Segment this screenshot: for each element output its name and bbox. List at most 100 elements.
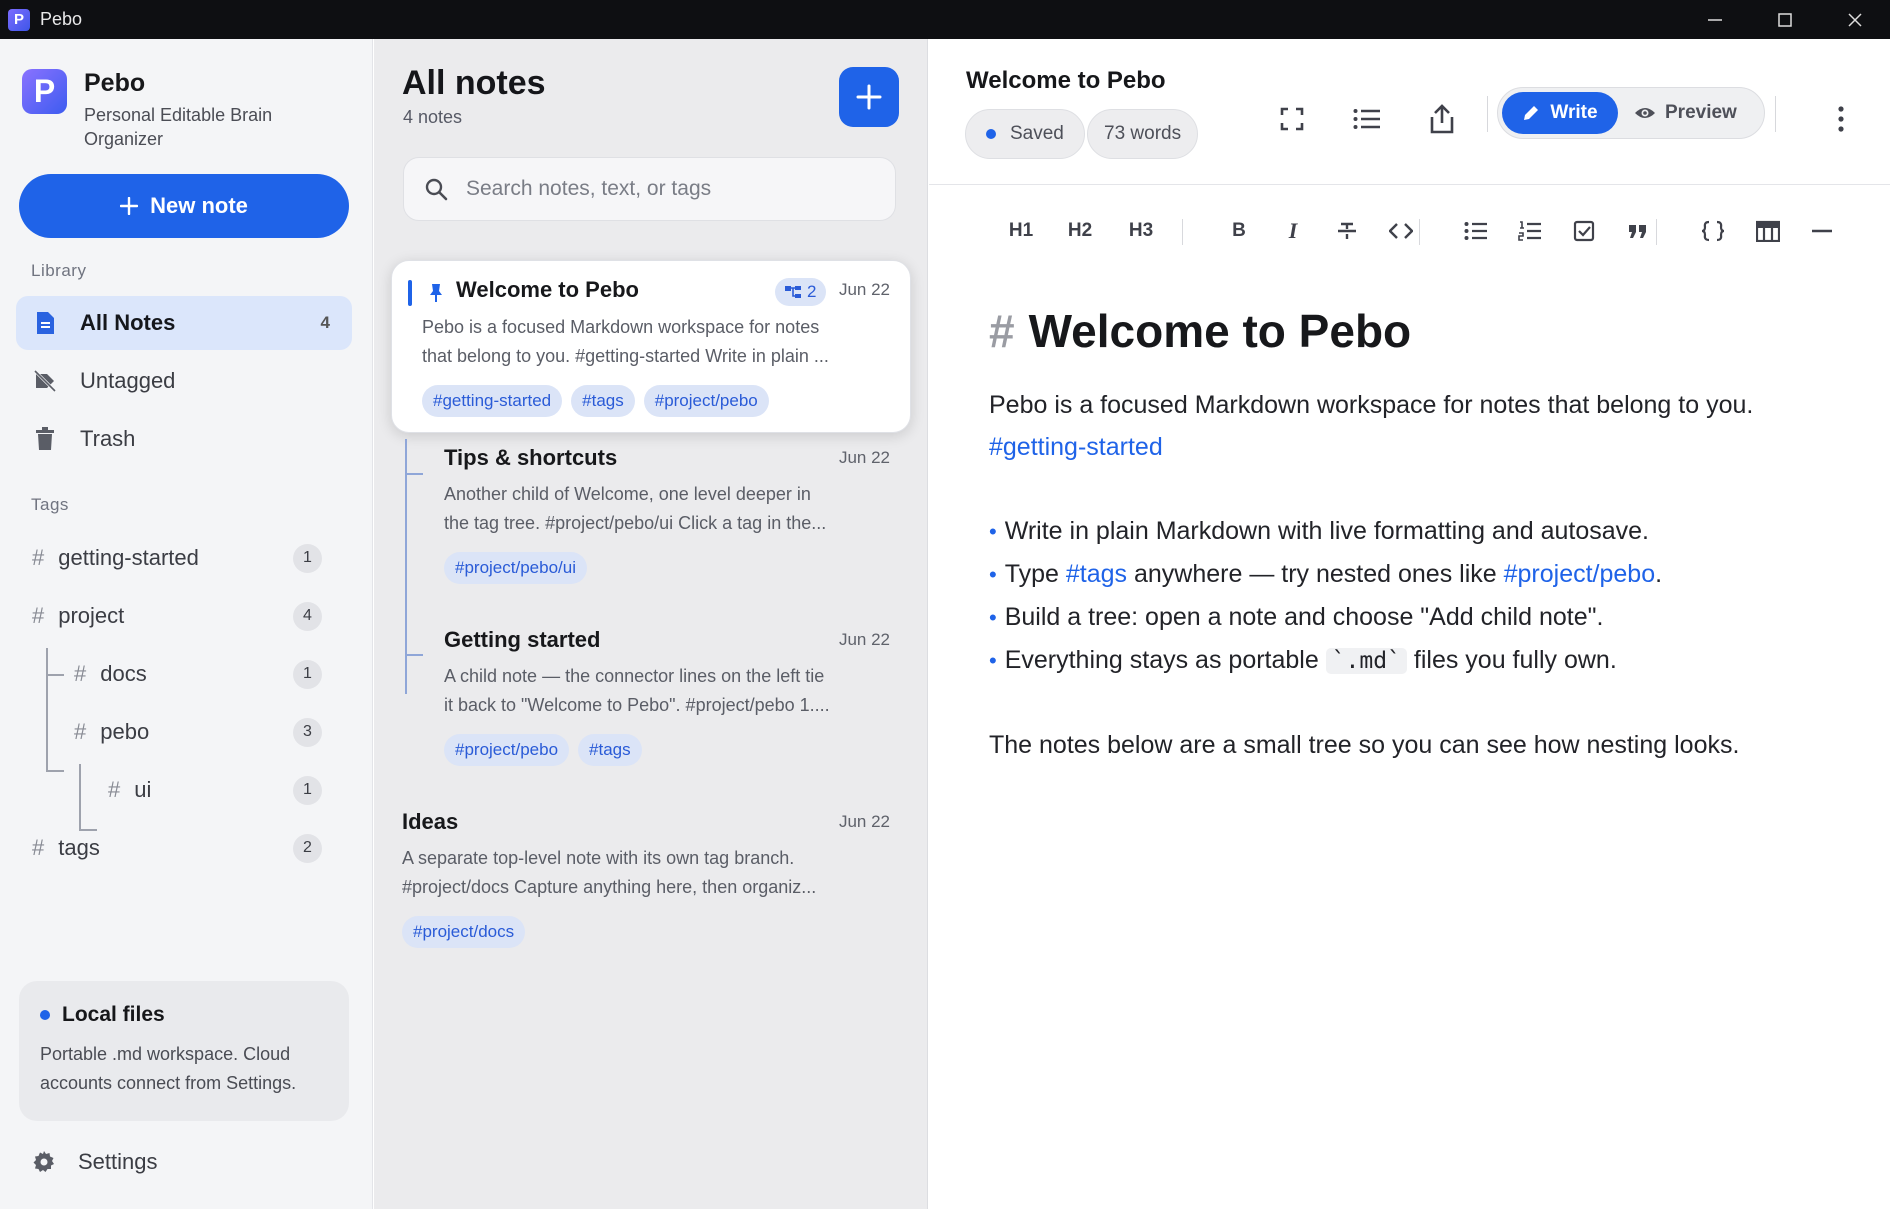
note-count: 4 notes [403, 107, 463, 127]
strikethrough-button[interactable] [1327, 211, 1367, 251]
horizontal-rule-button[interactable] [1802, 211, 1842, 251]
note-date: Jun 22 [838, 630, 890, 649]
write-mode-button[interactable]: Write [1502, 92, 1618, 134]
table-button[interactable] [1748, 211, 1788, 251]
tag-chip[interactable]: #project/pebo [444, 734, 570, 766]
share-button[interactable] [1419, 96, 1465, 142]
sidebar-item-untagged[interactable]: Untagged [16, 354, 352, 408]
italic-button[interactable]: I [1273, 211, 1313, 251]
search-placeholder: Search notes, text, or tags [466, 177, 712, 200]
word-count: 73 words [1104, 123, 1182, 144]
note-card-welcome[interactable]: Welcome to Pebo 2 Jun 22 Pebo is a focus… [391, 260, 911, 433]
tag-count: 4 [293, 601, 322, 631]
editor-panel: Welcome to Pebo Saved 73 words Write Pre… [929, 39, 1890, 1209]
tree-connector [46, 770, 64, 772]
heading3-button[interactable]: H3 [1121, 211, 1161, 251]
note-date: Jun 22 [838, 812, 890, 831]
close-button[interactable] [1820, 0, 1890, 39]
plus-icon [856, 84, 882, 110]
note-title: Welcome to Pebo [456, 277, 639, 302]
note-date: Jun 22 [838, 280, 890, 299]
inline-code: `.md` [1325, 648, 1407, 674]
tree-connector [46, 648, 48, 771]
add-note-button[interactable] [839, 67, 899, 127]
note-card-getting-started[interactable]: Getting started Jun 22 A child note — th… [434, 627, 908, 797]
tag-chip[interactable]: #project/pebo [643, 385, 769, 417]
divider [1656, 219, 1657, 245]
status-dot [40, 1010, 50, 1020]
settings-button[interactable]: Settings [32, 1149, 158, 1175]
heading2-button[interactable]: H2 [1060, 211, 1100, 251]
markdown-document[interactable]: # Welcome to Pebo Pebo is a focused Mark… [989, 304, 1849, 766]
search-icon [425, 178, 448, 201]
sidebar-item-all-notes[interactable]: All Notes 4 [16, 296, 352, 350]
bullet-icon: • [989, 562, 997, 587]
brand: P Pebo Personal Editable Brain Organizer [22, 69, 314, 151]
tag-chip[interactable]: #getting-started [422, 385, 563, 417]
preview-mode-button[interactable]: Preview [1634, 92, 1737, 134]
eye-icon [1635, 108, 1655, 118]
divider [1775, 96, 1776, 132]
tag-chip[interactable]: #tags [578, 734, 642, 766]
heading1-button[interactable]: H1 [1001, 211, 1041, 251]
focus-mode-button[interactable] [1269, 96, 1315, 142]
tag-link[interactable]: #tags [1066, 560, 1127, 588]
list-icon [1353, 109, 1380, 129]
tag-link[interactable]: #project/pebo [1504, 560, 1656, 588]
note-snippet-line: it back to "Welcome to Pebo". #project/p… [444, 695, 830, 715]
note-title: Tips & shortcuts [444, 445, 618, 470]
quote-icon [1629, 225, 1646, 238]
outline-button[interactable] [1344, 96, 1390, 142]
more-options-button[interactable] [1818, 96, 1864, 142]
plus-icon [120, 197, 139, 215]
numbered-list-button[interactable] [1510, 211, 1550, 251]
list-item: • Build a tree: open a note and choose "A… [989, 596, 1849, 639]
word-count-badge: 73 words [1087, 109, 1199, 159]
tag-chip[interactable]: #project/docs [402, 916, 526, 948]
paragraph-text: Pebo is a focused Markdown workspace for… [989, 391, 1754, 419]
maximize-button[interactable] [1750, 0, 1820, 39]
note-snippet-line: Another child of Welcome, one level deep… [444, 484, 811, 504]
note-card-ideas[interactable]: Ideas Jun 22 A separate top-level note w… [392, 809, 908, 979]
window-titlebar: P Pebo [0, 0, 1890, 39]
bullet-list-button[interactable] [1456, 211, 1496, 251]
sidebar-item-trash[interactable]: Trash [16, 412, 352, 466]
tag-item-project[interactable]: # project 4 [32, 591, 352, 641]
search-input[interactable]: Search notes, text, or tags [403, 157, 896, 221]
hash-icon: # [32, 835, 45, 860]
code-block-button[interactable] [1693, 211, 1733, 251]
tag-count: 1 [293, 659, 322, 689]
editor-note-title: Welcome to Pebo [966, 67, 1166, 94]
untagged-icon [32, 369, 58, 393]
bold-button[interactable]: B [1219, 211, 1259, 251]
tag-count: 2 [293, 833, 322, 863]
doc-bullet-list: • Write in plain Markdown with live forma… [989, 510, 1849, 682]
list-item-text: Build a tree: open a note and choose "Ad… [1004, 603, 1604, 631]
table-icon [1756, 220, 1780, 242]
note-card-tips[interactable]: Tips & shortcuts Jun 22 Another child of… [434, 445, 908, 615]
tag-chip[interactable]: #tags [571, 385, 635, 417]
minimize-button[interactable] [1680, 0, 1750, 39]
tag-item-ui[interactable]: # ui 1 [108, 765, 352, 815]
quote-button[interactable] [1618, 211, 1658, 251]
tag-label: project [58, 603, 125, 628]
inline-code-button[interactable] [1381, 211, 1421, 251]
tag-item-docs[interactable]: # docs 1 [74, 649, 352, 699]
tag-item-pebo[interactable]: # pebo 3 [74, 707, 352, 757]
sidebar: P Pebo Personal Editable Brain Organizer… [0, 39, 373, 1209]
tag-link[interactable]: #getting-started [989, 433, 1163, 461]
tree-connector [46, 674, 64, 676]
tag-chip[interactable]: #project/pebo/ui [444, 552, 587, 584]
new-note-button[interactable]: New note [19, 174, 349, 238]
doc-paragraph: The notes below are a small tree so you … [989, 724, 1849, 766]
list-item-text: Type [1004, 560, 1066, 588]
note-snippet-line: the tag tree. #project/pebo/ui Click a t… [444, 513, 827, 533]
tag-item-getting-started[interactable]: # getting-started 1 [32, 533, 352, 583]
checklist-button[interactable] [1564, 211, 1604, 251]
divider [1419, 219, 1420, 245]
tag-item-tags[interactable]: # tags 2 [32, 823, 352, 873]
selection-indicator [408, 280, 412, 306]
divider [1487, 96, 1488, 132]
tags-label: Tags [31, 495, 69, 514]
document-icon [32, 311, 58, 335]
